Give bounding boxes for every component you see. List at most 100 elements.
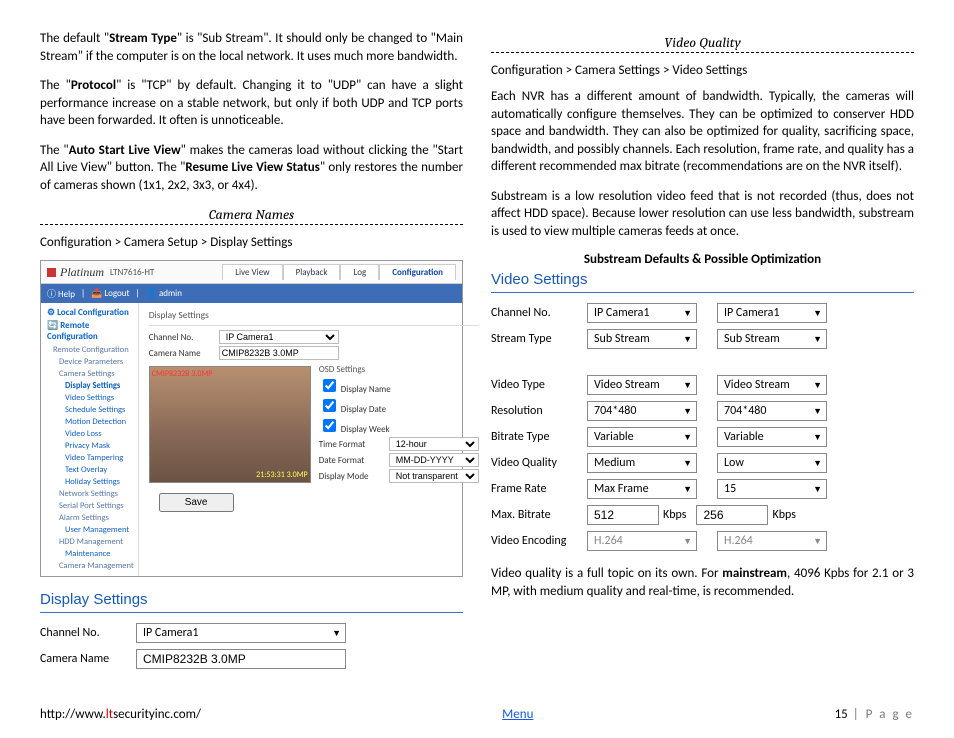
vs-stream-a[interactable]: Sub Stream▼ (587, 329, 697, 349)
vs-stream-b[interactable]: Sub Stream▼ (717, 329, 827, 349)
tab-configuration[interactable]: Configuration (379, 264, 456, 280)
page-number: 15 | P a g e (835, 707, 914, 722)
section-title-video-quality: Video Quality (491, 34, 914, 51)
side-item[interactable]: Privacy Mask (47, 440, 134, 452)
divider (40, 224, 463, 225)
side-item[interactable]: Alarm Settings (47, 512, 134, 524)
side-item[interactable]: Schedule Settings (47, 404, 134, 416)
chevron-down-icon: ▼ (683, 380, 692, 391)
chevron-down-icon: ▼ (683, 334, 692, 345)
vs-qual-b[interactable]: Low▼ (717, 453, 827, 473)
chevron-down-icon: ▼ (813, 334, 822, 345)
vs-btype-b[interactable]: Variable▼ (717, 427, 827, 447)
camera-name-input[interactable] (219, 346, 339, 360)
display-mode-select[interactable]: Not transparent & Not flashing (389, 469, 479, 483)
chk-display-week[interactable]: Display Week (319, 416, 479, 435)
kbps-label: Kbps (772, 508, 795, 522)
time-format-label: Time Format (319, 439, 381, 450)
chevron-down-icon: ▼ (813, 536, 822, 547)
tab-log[interactable]: Log (340, 264, 379, 280)
side-item[interactable]: Holiday Settings (47, 476, 134, 488)
vs-enc-a[interactable]: H.264▼ (587, 531, 697, 551)
chevron-down-icon: ▼ (813, 458, 822, 469)
vs-frate-label: Frame Rate (491, 482, 587, 496)
osd-heading: OSD Settings (319, 364, 479, 375)
vs-vtype-label: Video Type (491, 378, 587, 392)
help-link[interactable]: ⓘ Help (47, 287, 75, 300)
side-item[interactable]: User Management (47, 524, 134, 536)
chk-display-date[interactable]: Display Date (319, 396, 479, 415)
chk-display-name[interactable]: Display Name (319, 376, 479, 395)
para-video-quality-note: Video quality is a full topic on its own… (491, 565, 914, 600)
chevron-down-icon: ▼ (813, 380, 822, 391)
nvr-screenshot: Platinum LTN7616-HT Live View Playback L… (40, 260, 463, 577)
cam-osd-name: CMIP8232B 3.0MP (152, 369, 213, 379)
date-format-select[interactable]: MM-DD-YYYY (389, 453, 479, 467)
side-item[interactable]: Remote Configuration (47, 344, 134, 356)
vs-channel-a[interactable]: IP Camera1▼ (587, 303, 697, 323)
side-item-display-settings[interactable]: Display Settings (47, 380, 134, 392)
vs-res-b[interactable]: 704*480▼ (717, 401, 827, 421)
side-item[interactable]: Text Overlay (47, 464, 134, 476)
config-sidebar: ⚙ Local Configuration 🔄 Remote Configura… (41, 303, 139, 576)
kbps-label: Kbps (663, 508, 686, 522)
sidebar-local[interactable]: ⚙ Local Configuration (47, 307, 134, 318)
vs-maxb-b[interactable] (696, 505, 768, 525)
chevron-down-icon: ▼ (813, 432, 822, 443)
display-mode-label: Display Mode (319, 471, 381, 482)
substream-subhead: Substream Defaults & Possible Optimizati… (491, 252, 914, 267)
camera-name-input-big[interactable] (136, 649, 346, 669)
sidebar-remote[interactable]: 🔄 Remote Configuration (47, 320, 134, 342)
side-item[interactable]: Camera Settings (47, 368, 134, 380)
vs-enc-b[interactable]: H.264▼ (717, 531, 827, 551)
vs-frate-b[interactable]: 15▼ (717, 479, 827, 499)
section-title-camera-names: Camera Names (40, 206, 463, 223)
tab-playback[interactable]: Playback (283, 264, 341, 280)
side-item[interactable]: Motion Detection (47, 416, 134, 428)
side-item[interactable]: Serial Port Settings (47, 500, 134, 512)
vs-res-label: Resolution (491, 404, 587, 418)
side-item[interactable]: Device Parameters (47, 356, 134, 368)
chevron-down-icon: ▼ (683, 308, 692, 319)
menu-link[interactable]: Menu (502, 707, 533, 722)
chevron-down-icon: ▼ (683, 406, 692, 417)
para-protocol: The "Protocol" is "TCP" by default. Chan… (40, 77, 463, 130)
para-substream: Substream is a low resolution video feed… (491, 188, 914, 241)
vs-maxb-label: Max. Bitrate (491, 508, 587, 522)
logo-icon (47, 268, 56, 277)
side-item[interactable]: HDD Management (47, 536, 134, 548)
side-item[interactable]: Network Settings (47, 488, 134, 500)
cam-osd-time: 21:53:31 3.0MP (256, 470, 308, 480)
vs-res-a[interactable]: 704*480▼ (587, 401, 697, 421)
para-stream-type: The default "Stream Type" is "Sub Stream… (40, 30, 463, 65)
tab-live-view[interactable]: Live View (222, 264, 282, 280)
footer-url: http://www.ltsecurityinc.com/ (40, 707, 201, 722)
vs-vtype-b[interactable]: Video Stream▼ (717, 375, 827, 395)
vs-btype-a[interactable]: Variable▼ (587, 427, 697, 447)
vs-enc-label: Video Encoding (491, 534, 587, 548)
brand-text: Platinum (60, 265, 104, 280)
side-item[interactable]: Video Loss (47, 428, 134, 440)
vs-qual-a[interactable]: Medium▼ (587, 453, 697, 473)
vs-frate-a[interactable]: Max Frame▼ (587, 479, 697, 499)
logout-link[interactable]: 📥 Logout (91, 288, 129, 299)
vs-vtype-a[interactable]: Video Stream▼ (587, 375, 697, 395)
display-settings-heading: Display Settings (40, 591, 463, 608)
para-bandwidth: Each NVR has a different amount of bandw… (491, 88, 914, 176)
chevron-down-icon: ▼ (813, 308, 822, 319)
channel-select[interactable]: IP Camera1 (219, 330, 339, 344)
side-item[interactable]: Maintenance (47, 548, 134, 560)
breadcrumb: Configuration > Camera Settings > Video … (491, 63, 914, 78)
chevron-down-icon: ▼ (683, 484, 692, 495)
vs-channel-b[interactable]: IP Camera1▼ (717, 303, 827, 323)
chevron-down-icon: ▼ (683, 536, 692, 547)
side-item[interactable]: Camera Management (47, 560, 134, 572)
side-item[interactable]: Video Tampering (47, 452, 134, 464)
time-format-select[interactable]: 12-hour (389, 437, 479, 451)
side-item[interactable]: Video Settings (47, 392, 134, 404)
channel-no-select[interactable]: IP Camera1▼ (136, 623, 346, 643)
vs-maxb-a[interactable] (587, 505, 659, 525)
chevron-down-icon: ▼ (813, 484, 822, 495)
save-button[interactable]: Save (159, 493, 234, 512)
model-text: LTN7616-HT (110, 267, 154, 278)
